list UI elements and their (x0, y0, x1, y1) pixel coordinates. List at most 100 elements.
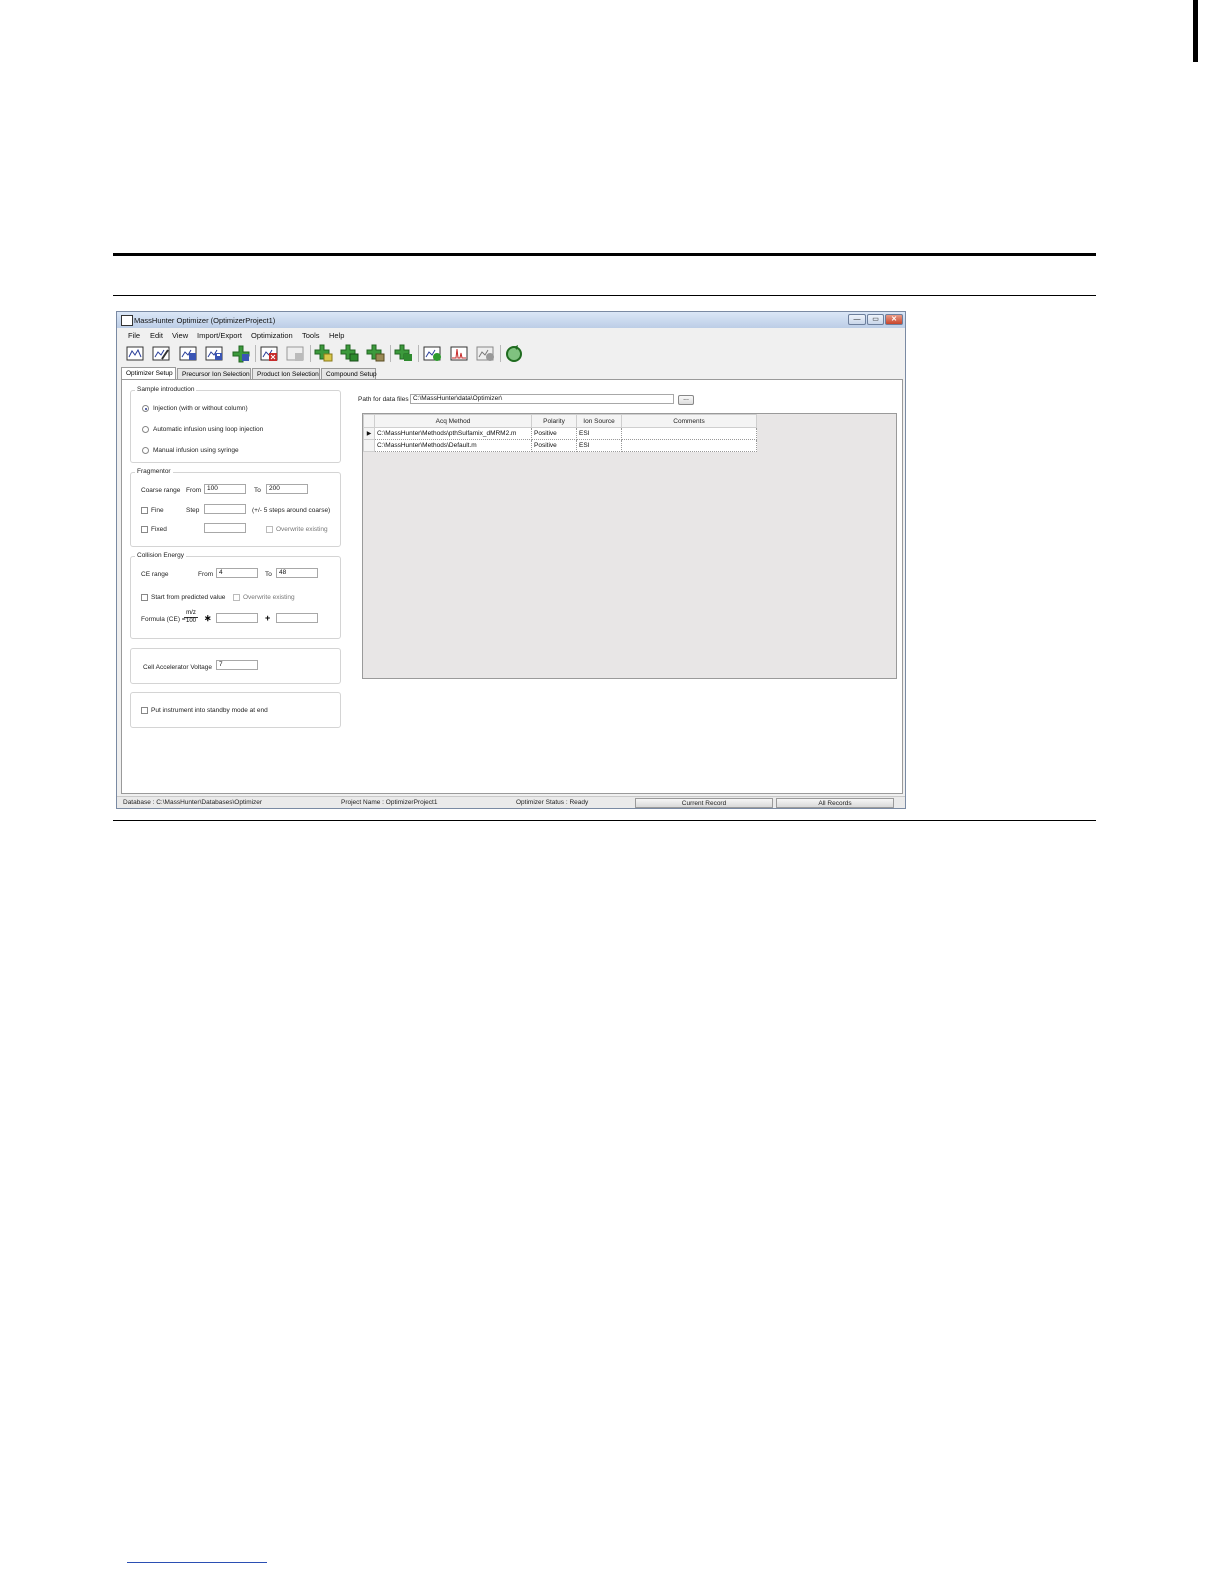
fragmentor-group: Fragmentor Coarse range From 100 To 200 … (130, 468, 341, 547)
browse-button[interactable]: ... (678, 395, 694, 405)
current-row-indicator[interactable]: ▶ (363, 427, 375, 440)
collision-energy-group: Collision Energy CE range From 4 To 48 S… (130, 552, 341, 639)
delete-icon[interactable] (259, 344, 279, 363)
menu-file[interactable]: File (128, 331, 140, 340)
predicted-value-checkbox[interactable] (141, 594, 148, 601)
radio-automatic-infusion-label: Automatic infusion using loop injection (153, 426, 264, 433)
cell-comments[interactable] (621, 439, 757, 452)
radio-automatic-infusion[interactable] (142, 426, 149, 433)
toolbar-separator (390, 345, 391, 362)
data-path-label: Path for data files (358, 396, 409, 403)
add-icon[interactable] (231, 344, 251, 363)
data-path-input[interactable]: C:\MassHunter\data\Optimizer\ (410, 394, 674, 404)
column-ion-source[interactable]: Ion Source (576, 414, 622, 428)
tab-product-ion-selection[interactable]: Product Ion Selection (252, 368, 320, 379)
radio-injection[interactable] (142, 405, 149, 412)
ce-from-input[interactable]: 4 (216, 568, 258, 578)
figure-bottom-rule (113, 820, 1096, 821)
cell-accelerator-label: Cell Accelerator Voltage (143, 664, 213, 671)
cell-ion-source[interactable]: ESI (576, 439, 622, 452)
maximize-button[interactable]: ▭ (867, 314, 884, 325)
status-bar: Database : C:\MassHunter\Databases\Optim… (117, 796, 905, 808)
page-edge-bar (1193, 0, 1198, 62)
multiply-sign: ∗ (204, 613, 212, 623)
column-polarity[interactable]: Polarity (531, 414, 577, 428)
ce-range-label: CE range (141, 571, 169, 578)
formula-offset-input[interactable] (276, 613, 318, 623)
report-icon[interactable] (475, 344, 495, 363)
formula-slope-input[interactable] (216, 613, 258, 623)
footer-link-underline[interactable] (127, 1562, 267, 1563)
menu-tools[interactable]: Tools (302, 331, 320, 340)
transfer-icon[interactable] (394, 344, 414, 363)
cell-acq-method[interactable]: C:\MassHunter\Methods\pthSulfamix_dMRM2.… (374, 427, 532, 440)
fixed-input[interactable] (204, 523, 246, 533)
radio-manual-infusion-label: Manual infusion using syringe (153, 447, 239, 454)
edit-compound-icon[interactable] (366, 344, 386, 363)
fragmentor-from-input[interactable]: 100 (204, 484, 246, 494)
header-rule-thin (113, 295, 1096, 296)
fine-checkbox[interactable] (141, 507, 148, 514)
save-as-icon[interactable] (204, 344, 224, 363)
toolbar-separator (310, 345, 311, 362)
add-compound-icon[interactable] (314, 344, 334, 363)
predicted-value-label: Start from predicted value (151, 594, 226, 601)
radio-injection-label: Injection (with or without column) (153, 405, 248, 412)
tab-optimizer-setup[interactable]: Optimizer Setup (121, 367, 176, 379)
toolbar-separator (255, 345, 256, 362)
cell-polarity[interactable]: Positive (531, 427, 577, 440)
fragmentor-to-input[interactable]: 200 (266, 484, 308, 494)
current-record-button[interactable]: Current Record (635, 798, 773, 808)
save-icon[interactable] (178, 344, 198, 363)
run-icon[interactable] (422, 344, 442, 363)
ce-to-input[interactable]: 48 (276, 568, 318, 578)
open-method-icon[interactable] (125, 344, 145, 363)
table-row[interactable]: C:\MassHunter\Methods\Default.m Positive… (363, 439, 757, 452)
status-optimizer: Optimizer Status : Ready (516, 799, 589, 806)
menu-view[interactable]: View (172, 331, 188, 340)
cell-polarity[interactable]: Positive (531, 439, 577, 452)
standby-group: Put instrument into standby mode at end (130, 692, 341, 728)
fragmentor-overwrite-checkbox[interactable] (266, 526, 273, 533)
cell-acq-method[interactable]: C:\MassHunter\Methods\Default.m (374, 439, 532, 452)
standby-checkbox[interactable] (141, 707, 148, 714)
toolbar-separator (500, 345, 501, 362)
ce-to-label: To (265, 571, 272, 578)
spectrum-icon[interactable] (449, 344, 469, 363)
column-comments[interactable]: Comments (621, 414, 757, 428)
coarse-range-label: Coarse range (141, 487, 181, 494)
fixed-checkbox[interactable] (141, 526, 148, 533)
table-row[interactable]: ▶ C:\MassHunter\Methods\pthSulfamix_dMRM… (363, 427, 757, 440)
fragmentor-from-label: From (186, 487, 202, 494)
menu-import-export[interactable]: Import/Export (197, 331, 242, 340)
tab-compound-setup[interactable]: Compound Setup (321, 368, 377, 379)
plus-sign: + (265, 613, 271, 623)
ce-overwrite-checkbox[interactable] (233, 594, 240, 601)
edit-method-icon[interactable] (151, 344, 171, 363)
refresh-icon[interactable] (504, 344, 524, 363)
menu-optimization[interactable]: Optimization (251, 331, 293, 340)
optimizer-setup-panel: Sample introduction Injection (with or w… (121, 379, 903, 794)
status-project: Project Name : OptimizerProject1 (341, 799, 438, 806)
step-input[interactable] (204, 504, 246, 514)
fine-label: Fine (151, 507, 164, 514)
all-records-button[interactable]: All Records (776, 798, 894, 808)
fragmentor-overwrite-label: Overwrite existing (276, 526, 328, 533)
cell-ion-source[interactable]: ESI (576, 427, 622, 440)
minimize-button[interactable]: — (848, 314, 866, 325)
menu-help[interactable]: Help (329, 331, 344, 340)
cell-accelerator-input[interactable]: 7 (216, 660, 258, 670)
collision-energy-title: Collision Energy (135, 552, 186, 559)
menu-edit[interactable]: Edit (150, 331, 163, 340)
title-bar[interactable]: MassHunter Optimizer (OptimizerProject1)… (117, 312, 905, 328)
close-button[interactable]: ✕ (885, 314, 903, 325)
formula-label: Formula (CE) = (141, 616, 186, 623)
tab-precursor-ion-selection[interactable]: Precursor Ion Selection (177, 368, 251, 379)
cell-comments[interactable] (621, 427, 757, 440)
row-selector[interactable] (363, 439, 375, 452)
sample-introduction-group: Sample introduction Injection (with or w… (130, 386, 341, 463)
column-acq-method[interactable]: Acq Method (374, 414, 532, 428)
sample-introduction-title: Sample introduction (135, 386, 197, 393)
radio-manual-infusion[interactable] (142, 447, 149, 454)
import-compound-icon[interactable] (340, 344, 360, 363)
